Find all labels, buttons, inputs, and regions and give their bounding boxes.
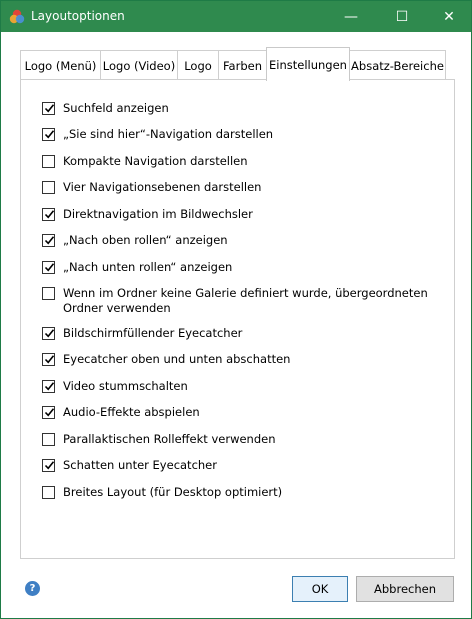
option-audio-effekte[interactable]: Audio-Effekte abspielen xyxy=(42,405,442,420)
option-label: Bildschirmfüllender Eyecatcher xyxy=(63,326,243,340)
checkbox[interactable] xyxy=(42,433,55,446)
close-button[interactable]: ✕ xyxy=(429,1,469,32)
option-direktnavigation[interactable]: Direktnavigation im Bildwechsler xyxy=(42,207,442,222)
checkbox[interactable] xyxy=(42,287,55,300)
option-label: Schatten unter Eyecatcher xyxy=(63,458,217,472)
checkbox[interactable] xyxy=(42,459,55,472)
tab-einstellungen[interactable]: Einstellungen xyxy=(266,47,350,81)
help-icon[interactable]: ? xyxy=(25,581,40,596)
tab-farben[interactable]: Farben xyxy=(218,50,267,80)
tab-label: Farben xyxy=(223,58,262,73)
option-label: Video stummschalten xyxy=(63,379,188,393)
checkbox[interactable] xyxy=(42,406,55,419)
option-suchfeld[interactable]: Suchfeld anzeigen xyxy=(42,101,442,116)
minimize-button[interactable]: — xyxy=(331,1,371,32)
option-kompakte-navigation[interactable]: Kompakte Navigation darstellen xyxy=(42,154,442,169)
option-label: Breites Layout (für Desktop optimiert) xyxy=(63,485,283,499)
checkbox[interactable] xyxy=(42,327,55,340)
tab-label: Logo (Menü) xyxy=(24,58,97,73)
option-label: „Nach oben rollen“ anzeigen xyxy=(63,233,228,247)
option-video-stummschalten[interactable]: Video stummschalten xyxy=(42,379,442,394)
tab-label: Logo (Video) xyxy=(102,58,176,73)
title-bar[interactable]: Layoutoptionen — ☐ ✕ xyxy=(1,1,471,32)
option-vier-navigationsebenen[interactable]: Vier Navigationsebenen darstellen xyxy=(42,180,442,195)
option-label: „Nach unten rollen“ anzeigen xyxy=(63,260,233,274)
ok-button[interactable]: OK xyxy=(292,576,348,602)
app-logo-icon xyxy=(9,9,25,25)
checkbox[interactable] xyxy=(42,208,55,221)
option-label: Eyecatcher oben und unten abschatten xyxy=(63,352,291,366)
cancel-button[interactable]: Abbrechen xyxy=(356,576,454,602)
option-parallaktischer-rolleffekt[interactable]: Parallaktischen Rolleffekt verwenden xyxy=(42,432,442,447)
option-label: Parallaktischen Rolleffekt verwenden xyxy=(63,432,276,446)
option-label: Wenn im Ordner keine Galerie definiert w… xyxy=(63,286,428,315)
maximize-button[interactable]: ☐ xyxy=(382,1,422,32)
tab-logo-menu[interactable]: Logo (Menü) xyxy=(20,50,101,80)
tab-label: Absatz-Bereiche xyxy=(351,58,444,73)
checkbox[interactable] xyxy=(42,234,55,247)
layout-options-dialog: Layoutoptionen — ☐ ✕ Logo (Menü) Logo (V… xyxy=(0,0,472,619)
checkbox[interactable] xyxy=(42,261,55,274)
window-title: Layoutoptionen xyxy=(31,9,125,23)
option-label: Audio-Effekte abspielen xyxy=(63,405,200,419)
settings-panel: Suchfeld anzeigen „Sie sind hier“-Naviga… xyxy=(20,79,455,559)
option-nach-unten-rollen[interactable]: „Nach unten rollen“ anzeigen xyxy=(42,260,442,275)
option-label: Direktnavigation im Bildwechsler xyxy=(63,207,253,221)
option-label: Vier Navigationsebenen darstellen xyxy=(63,180,262,194)
option-breites-layout[interactable]: Breites Layout (für Desktop optimiert) xyxy=(42,485,442,500)
option-label: Suchfeld anzeigen xyxy=(63,101,169,115)
tab-logo-video[interactable]: Logo (Video) xyxy=(100,50,178,80)
checkbox[interactable] xyxy=(42,102,55,115)
checkbox[interactable] xyxy=(42,486,55,499)
checkbox[interactable] xyxy=(42,353,55,366)
tab-absatz-bereiche[interactable]: Absatz-Bereiche xyxy=(349,50,446,80)
tab-label: Logo xyxy=(184,58,212,73)
checkbox[interactable] xyxy=(42,380,55,393)
option-nach-oben-rollen[interactable]: „Nach oben rollen“ anzeigen xyxy=(42,233,442,248)
option-label: Kompakte Navigation darstellen xyxy=(63,154,248,168)
tab-label: Einstellungen xyxy=(269,57,347,72)
option-label: „Sie sind hier“-Navigation darstellen xyxy=(63,127,274,141)
option-sie-sind-hier-navigation[interactable]: „Sie sind hier“-Navigation darstellen xyxy=(42,127,442,142)
checkbox[interactable] xyxy=(42,181,55,194)
option-uebergeordneten-ordner[interactable]: Wenn im Ordner keine Galerie definiert w… xyxy=(42,286,442,316)
option-bildschirmfuellender-eyecatcher[interactable]: Bildschirmfüllender Eyecatcher xyxy=(42,326,442,341)
option-schatten-unter-eyecatcher[interactable]: Schatten unter Eyecatcher xyxy=(42,458,442,473)
tab-logo[interactable]: Logo xyxy=(177,50,219,80)
checkbox[interactable] xyxy=(42,128,55,141)
option-eyecatcher-abschatten[interactable]: Eyecatcher oben und unten abschatten xyxy=(42,352,442,367)
checkbox[interactable] xyxy=(42,155,55,168)
